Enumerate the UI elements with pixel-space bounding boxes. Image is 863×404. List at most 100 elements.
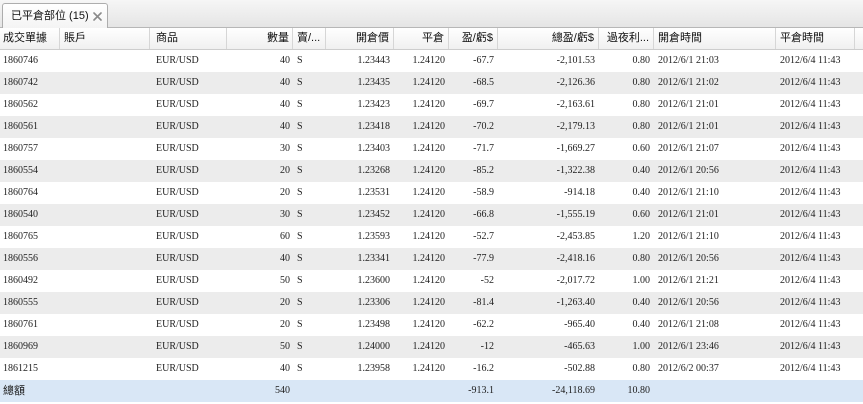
- cell-pnl: -16.2: [473, 363, 494, 374]
- cell-total-pnl: -914.18: [564, 187, 595, 198]
- header-filler: [855, 28, 863, 49]
- cell-side: S: [297, 209, 303, 220]
- table-row[interactable]: 1860764 EUR/USD 20 S 1.23531 1.24120 -58…: [0, 182, 863, 204]
- cell-account: [60, 248, 150, 270]
- cell-symbol: EUR/USD: [156, 231, 199, 242]
- cell-ticket: 1860765: [3, 231, 38, 242]
- cell-open-price: 1.23418: [357, 121, 391, 132]
- cell-close-price: 1.24120: [412, 165, 446, 176]
- cell-symbol: EUR/USD: [156, 297, 199, 308]
- cell-side: S: [297, 187, 303, 198]
- col-header-ticket[interactable]: 成交單據: [0, 28, 60, 49]
- cell-quantity: 20: [280, 187, 290, 198]
- table-row[interactable]: 1860561 EUR/USD 40 S 1.23418 1.24120 -70…: [0, 116, 863, 138]
- cell-open-price: 1.23600: [357, 275, 391, 286]
- cell-side: S: [297, 99, 303, 110]
- cell-symbol: EUR/USD: [156, 209, 199, 220]
- cell-account: [60, 204, 150, 226]
- table-row[interactable]: 1860556 EUR/USD 40 S 1.23341 1.24120 -77…: [0, 248, 863, 270]
- table-row[interactable]: 1860562 EUR/USD 40 S 1.23423 1.24120 -69…: [0, 94, 863, 116]
- row-filler: [855, 72, 863, 94]
- cell-side: S: [297, 363, 303, 374]
- table-row[interactable]: 1861215 EUR/USD 40 S 1.23958 1.24120 -16…: [0, 358, 863, 380]
- col-header-open-price[interactable]: 開倉價: [326, 28, 394, 49]
- cell-overnight-interest: 0.80: [632, 253, 651, 264]
- tab-closed-positions[interactable]: 已平倉部位 (15): [2, 3, 108, 28]
- cell-quantity: 20: [280, 319, 290, 330]
- cell-account: [60, 270, 150, 292]
- table-row[interactable]: 1860757 EUR/USD 30 S 1.23403 1.24120 -71…: [0, 138, 863, 160]
- col-header-pnl[interactable]: 盈/虧$: [449, 28, 498, 49]
- cell-ticket: 1860540: [3, 209, 38, 220]
- col-header-close-time[interactable]: 平倉時間: [776, 28, 855, 49]
- cell-open-time: 2012/6/1 21:01: [658, 121, 719, 132]
- table-row[interactable]: 1860742 EUR/USD 40 S 1.23435 1.24120 -68…: [0, 72, 863, 94]
- cell-symbol: EUR/USD: [156, 187, 199, 198]
- cell-close-time: 2012/6/4 11:43: [780, 121, 841, 132]
- row-filler: [855, 226, 863, 248]
- table-row[interactable]: 1860540 EUR/USD 30 S 1.23452 1.24120 -66…: [0, 204, 863, 226]
- cell-open-price: 1.23593: [357, 231, 391, 242]
- table-row[interactable]: 1860554 EUR/USD 20 S 1.23268 1.24120 -85…: [0, 160, 863, 182]
- close-icon[interactable]: [93, 12, 102, 21]
- cell-ticket: 1860562: [3, 99, 38, 110]
- total-close-price: [394, 380, 449, 402]
- cell-open-time: 2012/6/1 21:10: [658, 231, 719, 242]
- cell-close-price: 1.24120: [412, 253, 446, 264]
- table-row[interactable]: 1860765 EUR/USD 60 S 1.23593 1.24120 -52…: [0, 226, 863, 248]
- col-header-close-price[interactable]: 平倉: [394, 28, 449, 49]
- col-header-quantity[interactable]: 數量: [227, 28, 293, 49]
- row-filler: [855, 116, 863, 138]
- total-label: 總額: [3, 385, 25, 397]
- cell-close-price: 1.24120: [412, 319, 446, 330]
- cell-open-time: 2012/6/1 21:01: [658, 99, 719, 110]
- col-header-overnight-interest[interactable]: 過夜利...: [599, 28, 654, 49]
- cell-open-price: 1.23341: [357, 253, 391, 264]
- col-header-account[interactable]: 賬戶: [60, 28, 150, 49]
- cell-pnl: -12: [480, 341, 494, 352]
- cell-overnight-interest: 0.40: [632, 319, 651, 330]
- col-header-symbol[interactable]: 商品: [150, 28, 227, 49]
- cell-overnight-interest: 0.60: [632, 209, 651, 220]
- cell-account: [60, 94, 150, 116]
- row-filler: [855, 358, 863, 380]
- table-row[interactable]: 1860761 EUR/USD 20 S 1.23498 1.24120 -62…: [0, 314, 863, 336]
- cell-open-time: 2012/6/1 21:21: [658, 275, 719, 286]
- cell-ticket: 1860761: [3, 319, 38, 330]
- cell-close-price: 1.24120: [412, 121, 446, 132]
- cell-close-price: 1.24120: [412, 77, 446, 88]
- cell-total-pnl: -2,453.85: [556, 231, 595, 242]
- row-filler: [855, 204, 863, 226]
- cell-ticket: 1860556: [3, 253, 38, 264]
- table-row[interactable]: 1860746 EUR/USD 40 S 1.23443 1.24120 -67…: [0, 50, 863, 72]
- col-header-total-pnl[interactable]: 總盈/虧$: [498, 28, 599, 49]
- total-open-time: [654, 380, 776, 402]
- col-header-open-time[interactable]: 開倉時間: [654, 28, 776, 49]
- col-header-side[interactable]: 賣/...: [293, 28, 326, 49]
- cell-pnl: -85.2: [473, 165, 494, 176]
- row-filler: [855, 94, 863, 116]
- cell-total-pnl: -2,126.36: [556, 77, 595, 88]
- table-row[interactable]: 1860969 EUR/USD 50 S 1.24000 1.24120 -12…: [0, 336, 863, 358]
- cell-symbol: EUR/USD: [156, 319, 199, 330]
- cell-open-price: 1.23423: [357, 99, 391, 110]
- cell-open-price: 1.23958: [357, 363, 391, 374]
- cell-open-price: 1.23403: [357, 143, 391, 154]
- row-filler: [855, 248, 863, 270]
- cell-close-time: 2012/6/4 11:43: [780, 143, 841, 154]
- table-row[interactable]: 1860492 EUR/USD 50 S 1.23600 1.24120 -52…: [0, 270, 863, 292]
- cell-ticket: 1860757: [3, 143, 38, 154]
- cell-open-price: 1.24000: [357, 341, 391, 352]
- row-filler: [855, 380, 863, 402]
- table-row[interactable]: 1860555 EUR/USD 20 S 1.23306 1.24120 -81…: [0, 292, 863, 314]
- cell-account: [60, 72, 150, 94]
- cell-close-price: 1.24120: [412, 341, 446, 352]
- cell-close-time: 2012/6/4 11:43: [780, 187, 841, 198]
- row-filler: [855, 182, 863, 204]
- cell-close-time: 2012/6/4 11:43: [780, 341, 841, 352]
- cell-account: [60, 182, 150, 204]
- cell-open-price: 1.23306: [357, 297, 391, 308]
- cell-open-time: 2012/6/1 20:56: [658, 165, 719, 176]
- cell-open-time: 2012/6/1 20:56: [658, 297, 719, 308]
- cell-side: S: [297, 297, 303, 308]
